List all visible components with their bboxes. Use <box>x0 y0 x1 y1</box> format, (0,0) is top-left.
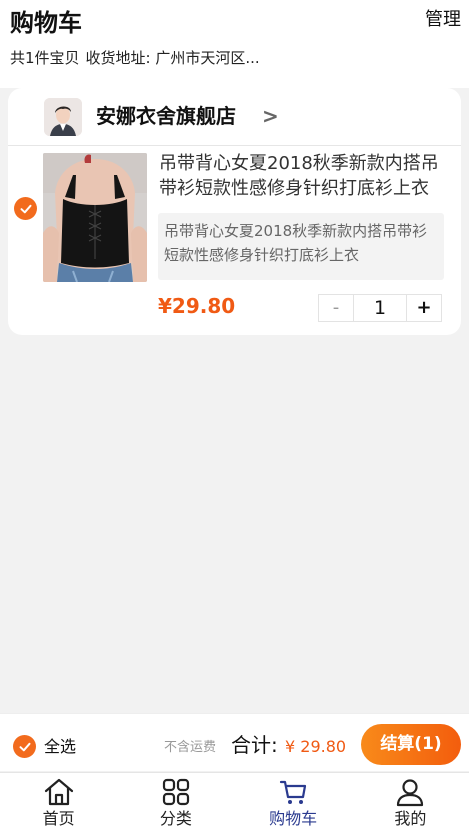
checkout-bar: 全选 不含运费 合计: ¥ 29.80 结算(1) <box>0 713 469 771</box>
chevron-right-icon[interactable]: > <box>262 102 279 130</box>
page-title: 购物车 <box>10 9 82 37</box>
bottom-tab-bar: 首页 分类 购物车 我的 <box>0 772 469 834</box>
product-price: ¥29.80 <box>158 294 236 318</box>
cart-icon <box>280 780 307 804</box>
tab-label: 首页 <box>42 809 75 828</box>
total-value: ¥ 29.80 <box>285 737 347 756</box>
product-title[interactable]: 吊带背心女夏2018秋季新款内搭吊带衫短款性感修身针织打底衫上衣 <box>159 151 455 201</box>
delivery-address[interactable]: 收货地址: 广州市天河区... <box>86 49 260 67</box>
increase-button[interactable]: + <box>406 294 442 322</box>
select-all-label[interactable]: 全选 <box>44 736 76 758</box>
tab-label: 分类 <box>159 809 192 828</box>
user-icon <box>397 779 424 807</box>
checkout-button[interactable]: 结算(1) <box>361 724 461 765</box>
tab-cart[interactable]: 购物车 <box>235 773 352 834</box>
checkmark-icon <box>20 204 31 213</box>
total-label: 合计: <box>231 733 278 757</box>
tab-mine[interactable]: 我的 <box>352 773 469 834</box>
product-image[interactable] <box>43 153 147 282</box>
shipping-note: 不含运费 <box>164 740 217 755</box>
product-sku[interactable]: 吊带背心女夏2018秋季新款内搭吊带衫短款性感修身针织打底衫上衣 <box>158 213 444 280</box>
manage-button[interactable]: 管理 <box>425 8 461 32</box>
tab-category[interactable]: 分类 <box>117 773 234 834</box>
shop-header[interactable]: 安娜衣舍旗舰店 > <box>8 88 461 146</box>
tab-label: 我的 <box>394 809 427 828</box>
decrease-button[interactable]: - <box>318 294 354 322</box>
item-checkbox[interactable] <box>14 197 37 220</box>
cart-summary: 共1件宝贝 收货地址: 广州市天河区... <box>10 47 260 69</box>
tab-home[interactable]: 首页 <box>0 773 117 834</box>
quantity-value[interactable]: 1 <box>354 294 406 322</box>
shop-card: 安娜衣舍旗舰店 > 吊带背心女夏2018秋季新款内搭吊带衫短款性感修身针织打底衫… <box>8 88 461 335</box>
tab-label: 购物车 <box>269 809 318 828</box>
home-icon <box>44 778 73 806</box>
checkmark-icon <box>19 742 30 751</box>
header: 购物车 管理 共1件宝贝 收货地址: 广州市天河区... <box>0 0 469 88</box>
shop-avatar[interactable] <box>44 98 82 136</box>
shop-name[interactable]: 安娜衣舍旗舰店 <box>96 101 236 131</box>
grid-icon <box>162 778 189 806</box>
select-all-checkbox[interactable] <box>13 735 36 758</box>
quantity-stepper: - 1 + <box>318 294 446 322</box>
item-count: 共1件宝贝 <box>10 49 80 67</box>
